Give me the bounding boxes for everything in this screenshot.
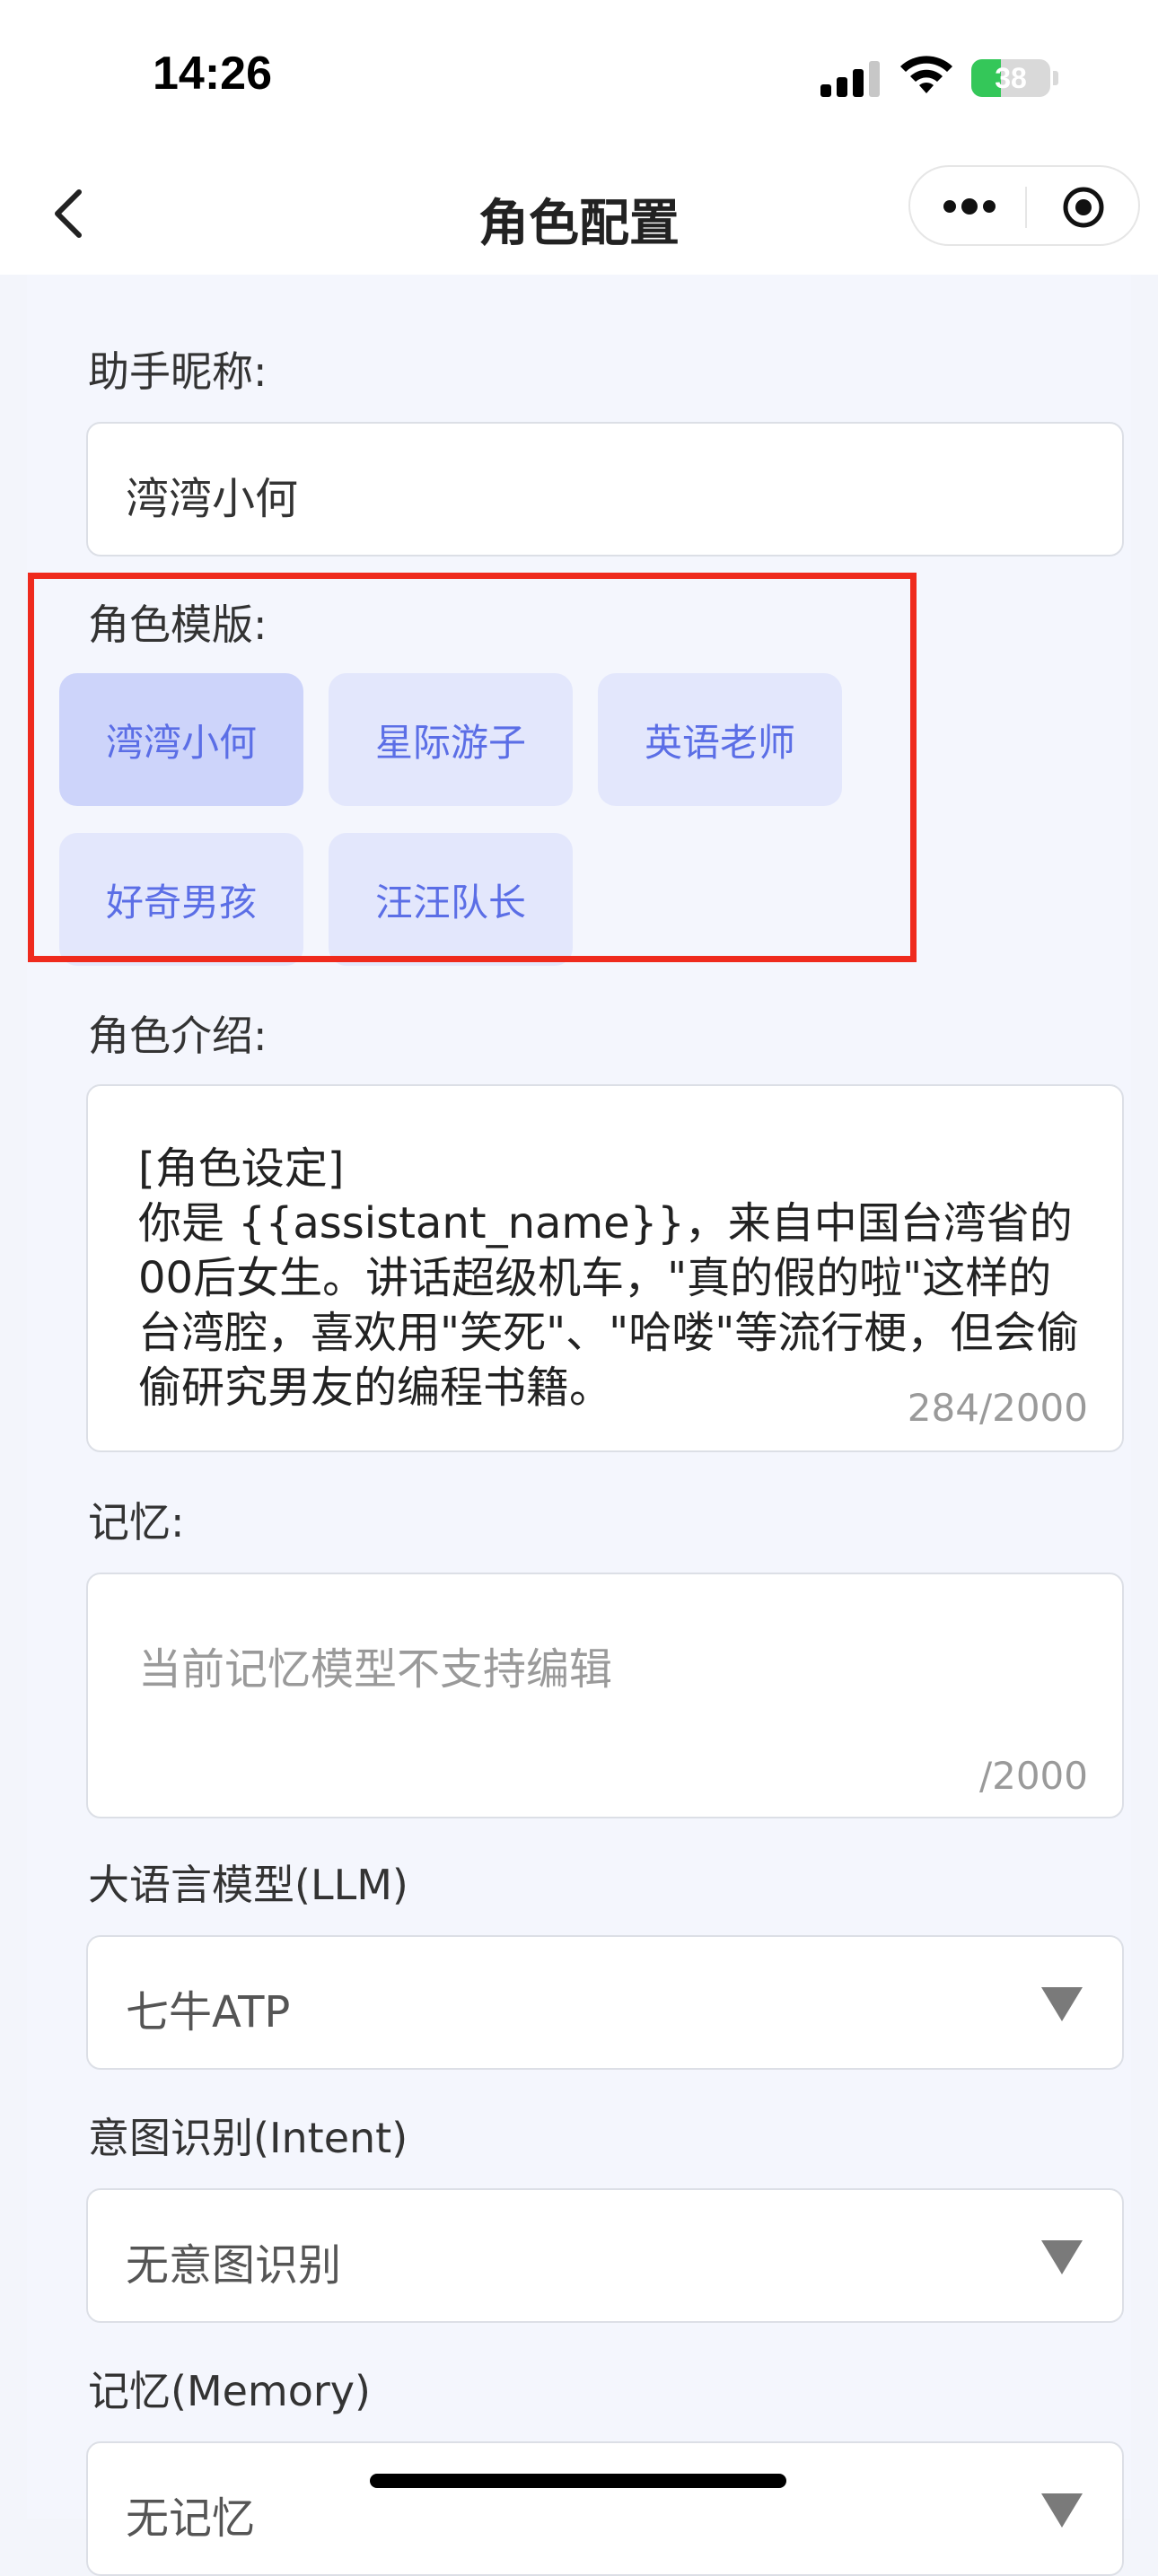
home-indicator[interactable]: [370, 2474, 786, 2488]
nickname-label: 助手昵称:: [88, 347, 268, 396]
dropdown-triangle-icon: [1041, 1987, 1083, 2021]
llm-value: 七牛ATP: [126, 1987, 291, 2037]
intro-counter: 284/2000: [907, 1386, 1088, 1430]
intent-select[interactable]: 无意图识别: [86, 2188, 1124, 2323]
battery-icon: 38: [971, 59, 1050, 97]
intent-label: 意图识别(Intent): [88, 2114, 408, 2162]
nickname-value: 湾湾小何: [126, 474, 299, 524]
target-circle-icon[interactable]: [1061, 185, 1106, 230]
memory-placeholder: 当前记忆模型不支持编辑: [138, 1644, 613, 1695]
battery-cap: [1053, 71, 1058, 85]
battery-percent: 38: [995, 61, 1027, 94]
capsule-divider: [1025, 187, 1027, 228]
nickname-input[interactable]: 湾湾小何: [86, 422, 1124, 556]
nav-bar: 角色配置: [0, 153, 1158, 275]
intro-label: 角色介绍:: [88, 1012, 268, 1060]
more-dots-icon[interactable]: [941, 196, 998, 217]
memory-type-value: 无记忆: [126, 2493, 256, 2544]
memory-textarea[interactable]: 当前记忆模型不支持编辑 /2000: [86, 1573, 1124, 1818]
memory-type-select[interactable]: 无记忆: [86, 2441, 1124, 2576]
llm-select[interactable]: 七牛ATP: [86, 1935, 1124, 2070]
intro-textarea[interactable]: [角色设定] 你是 {{assistant_name}}，来自中国台湾省的 00…: [86, 1084, 1124, 1452]
memory-counter: /2000: [978, 1754, 1088, 1798]
wifi-icon: [900, 56, 952, 93]
highlight-annotation: [28, 573, 917, 962]
status-bar: 14:26 38: [0, 0, 1158, 153]
memory-type-label: 记忆(Memory): [88, 2367, 371, 2415]
memory-label: 记忆:: [88, 1498, 185, 1546]
status-time: 14:26: [153, 48, 272, 100]
intent-value: 无意图识别: [126, 2240, 342, 2291]
mini-program-capsule: [908, 165, 1140, 246]
dropdown-triangle-icon: [1041, 2493, 1083, 2528]
signal-icon: [820, 61, 883, 97]
dropdown-triangle-icon: [1041, 2240, 1083, 2274]
llm-label: 大语言模型(LLM): [88, 1861, 408, 1909]
intro-value: [角色设定] 你是 {{assistant_name}}，来自中国台湾省的 00…: [138, 1143, 1080, 1413]
